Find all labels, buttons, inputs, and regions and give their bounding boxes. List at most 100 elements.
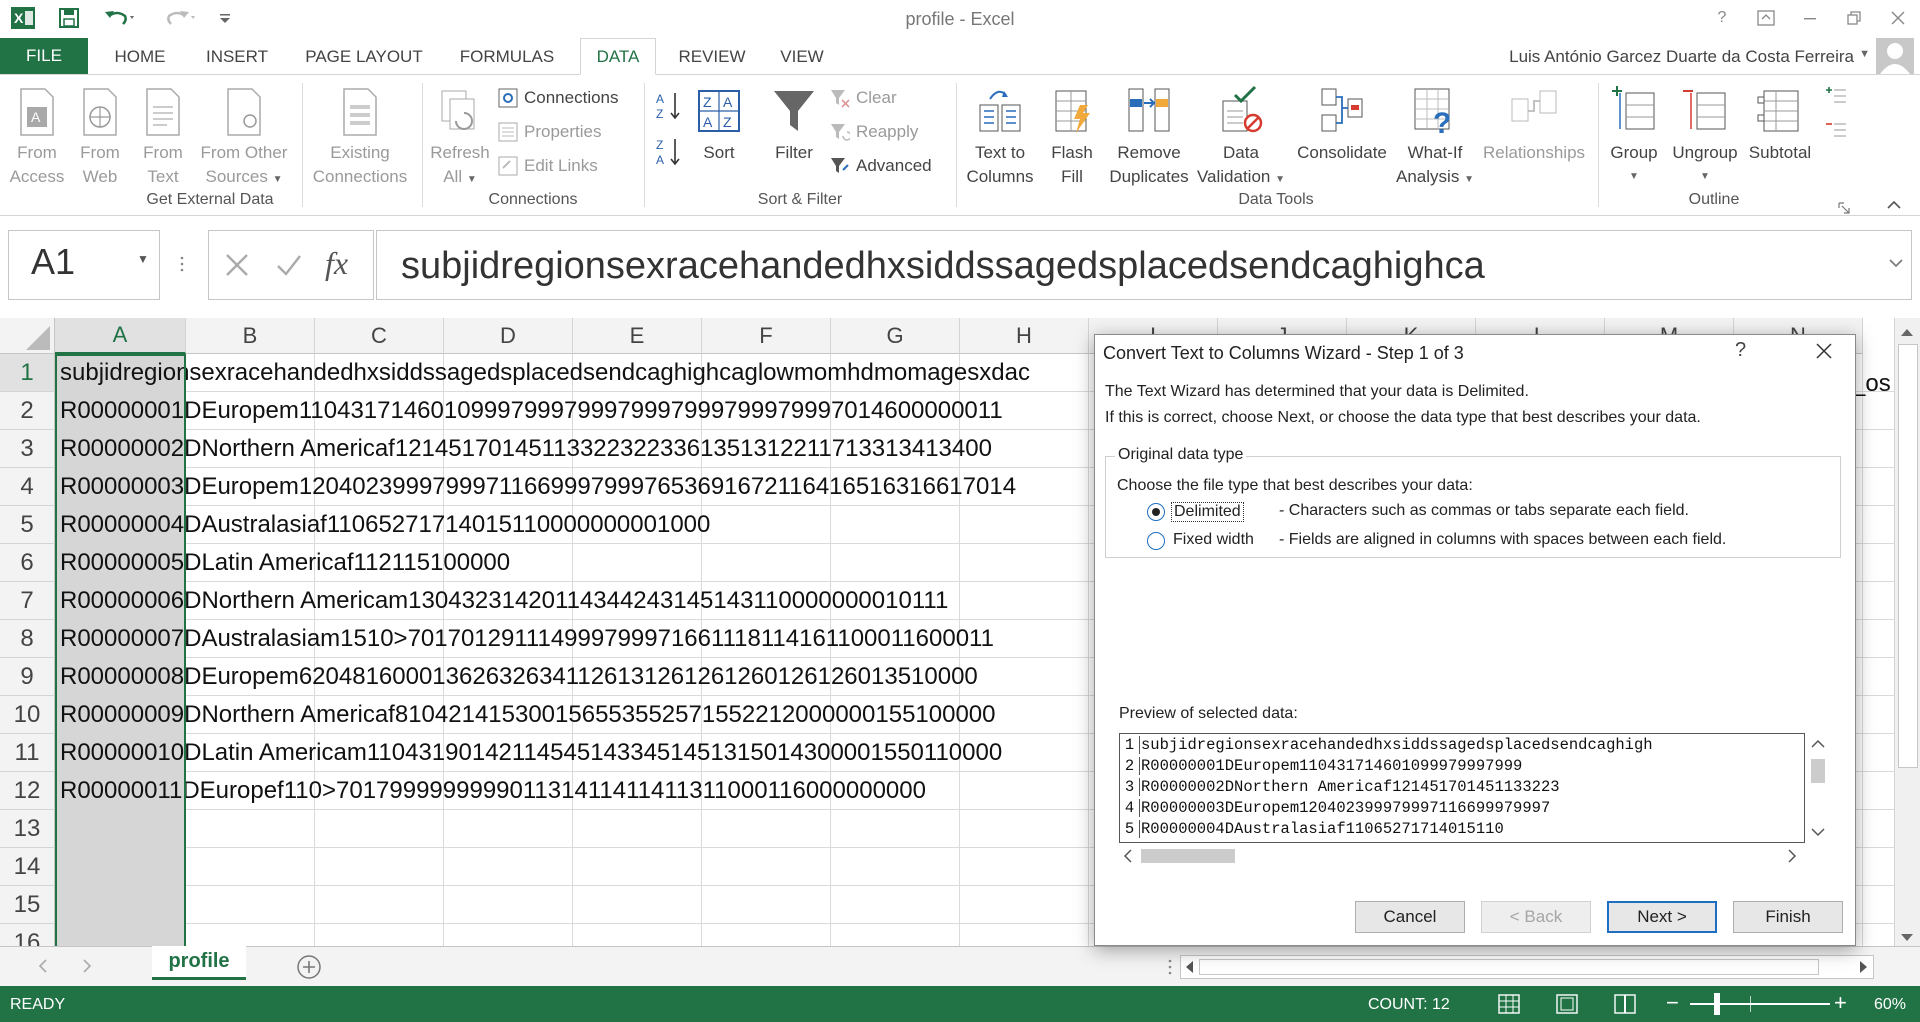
cell-a11[interactable]: R00000010DLatin Americam1104319014211454… [60,734,1002,772]
data-validation-button[interactable]: Data Validation ▼ [1196,85,1286,192]
hscroll-grip-icon[interactable] [1168,957,1172,982]
group-button[interactable]: Group ▼ [1604,85,1664,189]
cancel-entry-icon[interactable] [223,251,251,284]
tab-insert[interactable]: INSERT [196,38,278,75]
connections-button[interactable]: Connections [498,85,619,111]
normal-view-icon[interactable] [1498,994,1520,1019]
dialog-help-button[interactable]: ? [1735,339,1746,362]
row-header-5[interactable]: 5 [0,506,55,544]
hide-detail-icon[interactable] [1824,117,1848,143]
row-header-7[interactable]: 7 [0,582,55,620]
sort-button[interactable]: ZAAZ Sort [690,85,748,165]
preview-horizontal-scrollbar[interactable] [1119,845,1805,867]
advanced-filter-button[interactable]: Advanced [830,153,932,179]
delimited-label[interactable]: Delimited [1171,502,1244,522]
preview-vertical-scrollbar[interactable] [1807,733,1829,843]
existing-connections-button[interactable]: Existing Connections [308,85,412,189]
refresh-all-button[interactable]: Refresh All ▼ [428,85,492,192]
sort-a-z-icon[interactable]: AZ [656,92,682,121]
column-header-h[interactable]: H [960,318,1089,354]
cell-a1[interactable]: subjidregionsexracehandedhxsiddssagedspl… [60,354,1030,392]
confirm-entry-icon[interactable] [275,251,303,284]
restore-icon[interactable] [1836,4,1872,32]
help-button[interactable]: ? [1704,4,1740,32]
sort-z-a-icon[interactable]: ZA [656,138,682,167]
cell-a7[interactable]: R00000006DNorthern Americam1304323142011… [60,582,948,620]
row-header-3[interactable]: 3 [0,430,55,468]
text-to-columns-button[interactable]: Text to Columns [962,85,1038,189]
user-name[interactable]: Luis António Garcez Duarte da Costa Ferr… [1509,47,1854,67]
relationships-button[interactable]: Relationships [1478,85,1590,165]
select-all-corner[interactable] [0,318,55,354]
tab-home[interactable]: HOME [100,38,180,75]
row-header-14[interactable]: 14 [0,848,55,886]
horizontal-scrollbar[interactable] [1180,955,1874,979]
zoom-slider-thumb[interactable] [1714,993,1720,1015]
page-break-preview-icon[interactable] [1614,994,1636,1019]
column-header-b[interactable]: B [186,318,315,354]
column-header-f[interactable]: F [702,318,831,354]
clear-filter-button[interactable]: Clear [830,85,897,111]
next-sheet-icon[interactable] [82,959,92,978]
cell-a12[interactable]: R00000011DEuropef110>7017999999999011314… [60,772,926,810]
sheet-tab-profile[interactable]: profile [152,946,246,980]
row-header-10[interactable]: 10 [0,696,55,734]
collapse-ribbon-icon[interactable] [1886,191,1902,217]
formula-bar-grip-icon[interactable] [180,254,184,274]
reapply-button[interactable]: Reapply [830,119,918,145]
previous-sheet-icon[interactable] [38,959,48,978]
page-layout-view-icon[interactable] [1556,994,1578,1019]
cell-a9[interactable]: R00000008DEuropem62048160001362632634112… [60,658,978,696]
delimited-radio[interactable] [1147,503,1165,521]
name-box-dropdown-icon[interactable]: ▼ [137,252,149,266]
row-header-1[interactable]: 1 [0,354,55,392]
fixed-width-label[interactable]: Fixed width [1173,531,1254,549]
next-button[interactable]: Next > [1607,901,1717,933]
row-header-11[interactable]: 11 [0,734,55,772]
zoom-level[interactable]: 60% [1874,996,1906,1014]
ungroup-button[interactable]: Ungroup ▼ [1668,85,1742,189]
column-header-e[interactable]: E [573,318,702,354]
scroll-left-icon[interactable] [1184,960,1194,979]
tab-view[interactable]: VIEW [768,38,836,75]
horizontal-scroll-thumb[interactable] [1199,959,1819,975]
from-text-button[interactable]: From Text [134,85,192,189]
from-other-sources-button[interactable]: From Other Sources ▼ [196,85,292,192]
consolidate-button[interactable]: Consolidate [1290,85,1394,165]
vertical-scroll-thumb[interactable] [1898,344,1918,768]
zoom-slider-track[interactable] [1690,1003,1830,1005]
row-header-4[interactable]: 4 [0,468,55,506]
scroll-up-icon[interactable] [1900,324,1914,342]
column-header-d[interactable]: D [444,318,573,354]
what-if-analysis-button[interactable]: ? What-If Analysis ▼ [1396,85,1474,192]
insert-function-button[interactable]: fx [325,245,348,282]
properties-button[interactable]: Properties [498,119,601,145]
filter-button[interactable]: Filter [762,85,826,165]
formula-input[interactable]: subjidregionsexracehandedhxsiddssagedspl… [376,230,1912,300]
finish-button[interactable]: Finish [1733,901,1843,933]
row-header-12[interactable]: 12 [0,772,55,810]
cell-a8[interactable]: R00000007DAustralasiam1510>7017012911149… [60,620,994,658]
tab-formulas[interactable]: FORMULAS [450,38,564,75]
user-menu-caret-icon[interactable]: ▼ [1859,48,1870,60]
row-header-8[interactable]: 8 [0,620,55,658]
subtotal-button[interactable]: Subtotal [1746,85,1814,165]
row-header-15[interactable]: 15 [0,886,55,924]
new-sheet-icon[interactable] [296,954,322,985]
tab-page-layout[interactable]: PAGE LAYOUT [294,38,434,75]
row-header-16[interactable]: 16 [0,924,55,946]
outline-settings-launcher-icon[interactable] [1838,195,1850,221]
tab-data[interactable]: DATA [580,38,656,75]
user-avatar[interactable] [1876,38,1914,74]
close-window-icon[interactable] [1880,4,1916,32]
ribbon-display-options-icon[interactable] [1748,4,1784,32]
data-preview[interactable]: 1 subjidregionsexracehandedhxsiddssagedsp… [1119,733,1805,843]
row-header-13[interactable]: 13 [0,810,55,848]
column-header-g[interactable]: G [831,318,960,354]
zoom-in-button[interactable]: + [1834,990,1847,1016]
from-web-button[interactable]: From Web [70,85,130,189]
zoom-out-button[interactable]: − [1666,990,1679,1016]
fixed-width-radio[interactable] [1147,532,1165,550]
back-button[interactable]: < Back [1481,901,1591,933]
cell-a2[interactable]: R00000001DEuropem11043171460109997999799… [60,392,1003,430]
